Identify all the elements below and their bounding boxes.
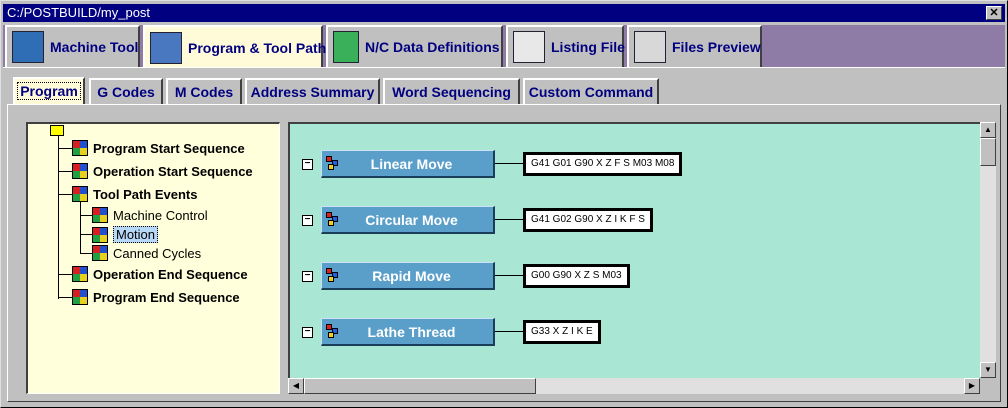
- collapse-toggle[interactable]: −: [302, 271, 313, 282]
- subtab-label: Program: [17, 82, 81, 100]
- scroll-corner: [980, 378, 996, 394]
- event-canvas: − Linear Move G41 G01 G90 X Z F S M03 M0…: [288, 122, 992, 394]
- event-label: Linear Move: [370, 155, 453, 172]
- tool-path-icon: [150, 32, 182, 64]
- event-label: Rapid Move: [372, 267, 451, 284]
- subtab-label: G Codes: [97, 84, 155, 100]
- collapse-toggle[interactable]: −: [302, 159, 313, 170]
- circular-move-button[interactable]: Circular Move: [321, 206, 495, 234]
- collapse-toggle[interactable]: −: [302, 327, 313, 338]
- close-button[interactable]: ✕: [986, 6, 1002, 20]
- window-title: C:/POSTBUILD/my_post: [7, 5, 151, 20]
- lathe-thread-button[interactable]: Lathe Thread: [321, 318, 495, 346]
- tab-listing-file[interactable]: Listing File: [506, 25, 625, 67]
- subtab-address-summary[interactable]: Address Summary: [245, 78, 380, 104]
- event-cube-icon: [72, 163, 88, 179]
- collapse-toggle[interactable]: −: [302, 215, 313, 226]
- tree-item-label: Canned Cycles: [113, 245, 202, 261]
- subtab-word-sequencing[interactable]: Word Sequencing: [383, 78, 520, 104]
- scroll-right-icon[interactable]: ▶: [964, 378, 980, 394]
- event-label: Circular Move: [365, 211, 458, 228]
- address-block[interactable]: G33 X Z I K E: [523, 320, 601, 344]
- tab-label: Listing File: [551, 39, 625, 55]
- address-block[interactable]: G00 G90 X Z S M03: [523, 264, 630, 288]
- vertical-scroll-thumb[interactable]: [980, 138, 996, 166]
- subtab-label: Word Sequencing: [392, 84, 511, 100]
- subtab-m-codes[interactable]: M Codes: [166, 78, 242, 104]
- subtab-custom-command[interactable]: Custom Command: [523, 78, 659, 104]
- machine-tool-icon: [12, 31, 44, 63]
- event-icon: [326, 155, 344, 172]
- subtab-program[interactable]: Program: [13, 77, 85, 105]
- linear-move-button[interactable]: Linear Move: [321, 150, 495, 178]
- folder-icon: [50, 125, 64, 136]
- tree-item-label: Operation Start Sequence: [93, 163, 253, 179]
- main-tab-strip: Machine Tool Program & Tool Path N/C Dat…: [3, 25, 1005, 69]
- tree-item-operation-start[interactable]: Operation Start Sequence: [72, 163, 253, 179]
- title-bar: C:/POSTBUILD/my_post ✕: [3, 4, 1005, 22]
- event-tree[interactable]: Program Start Sequence Operation Start S…: [26, 122, 280, 394]
- subtab-label: Custom Command: [528, 84, 654, 100]
- subtab-label: M Codes: [174, 84, 234, 100]
- tab-machine-tool[interactable]: Machine Tool: [5, 25, 140, 67]
- event-icon: [326, 267, 344, 284]
- scroll-up-icon[interactable]: ▲: [980, 122, 996, 138]
- tree-item-label: Motion: [113, 226, 159, 243]
- event-cube-icon: [92, 207, 108, 223]
- tree-item-label: Program Start Sequence: [93, 140, 245, 156]
- event-cube-icon: [72, 186, 88, 202]
- tree-item-machine-control[interactable]: Machine Control: [92, 207, 208, 223]
- tab-label: N/C Data Definitions: [365, 39, 500, 55]
- event-label: Lathe Thread: [367, 323, 456, 340]
- vertical-scrollbar[interactable]: ▲ ▼: [980, 122, 996, 378]
- rapid-move-button[interactable]: Rapid Move: [321, 262, 495, 290]
- event-icon: [326, 323, 344, 340]
- tree-item-motion[interactable]: Motion: [92, 226, 159, 243]
- tree-item-operation-end[interactable]: Operation End Sequence: [72, 266, 248, 282]
- event-cube-icon: [72, 289, 88, 305]
- subtab-label: Address Summary: [250, 84, 375, 100]
- event-cube-icon: [92, 226, 108, 243]
- printer-icon: [634, 31, 666, 63]
- scroll-left-icon[interactable]: ◀: [288, 378, 304, 394]
- event-cube-icon: [72, 140, 88, 156]
- tree-item-program-start[interactable]: Program Start Sequence: [72, 140, 245, 156]
- tab-label: Machine Tool: [50, 39, 139, 55]
- tab-label: Files Preview: [672, 39, 761, 55]
- tab-nc-data-definitions[interactable]: N/C Data Definitions: [326, 25, 503, 67]
- app-window: C:/POSTBUILD/my_post ✕ Machine Tool Prog…: [0, 0, 1008, 408]
- address-block[interactable]: G41 G02 G90 X Z I K F S: [523, 208, 653, 232]
- subtab-g-codes[interactable]: G Codes: [89, 78, 163, 104]
- tree-item-tool-path-events[interactable]: Tool Path Events: [72, 186, 198, 202]
- tree-item-program-end[interactable]: Program End Sequence: [72, 289, 240, 305]
- program-panel: Program Start Sequence Operation Start S…: [7, 104, 1001, 402]
- tab-label: Program & Tool Path: [188, 40, 327, 56]
- event-cube-icon: [92, 245, 108, 261]
- scroll-down-icon[interactable]: ▼: [980, 362, 996, 378]
- listing-file-icon: [513, 31, 545, 63]
- address-block[interactable]: G41 G01 G90 X Z F S M03 M08: [523, 152, 683, 176]
- horizontal-scroll-thumb[interactable]: [304, 378, 536, 394]
- nc-data-icon: [333, 31, 359, 63]
- tab-program-tool-path[interactable]: Program & Tool Path: [143, 25, 327, 69]
- tree-item-label: Program End Sequence: [93, 289, 240, 305]
- tree-item-label: Tool Path Events: [93, 186, 198, 202]
- tree-item-label: Operation End Sequence: [93, 266, 248, 282]
- tab-files-preview[interactable]: Files Preview: [627, 25, 762, 67]
- event-cube-icon: [72, 266, 88, 282]
- tree-item-label: Machine Control: [113, 207, 208, 223]
- tree-item-canned-cycles[interactable]: Canned Cycles: [92, 245, 201, 261]
- horizontal-scrollbar[interactable]: ◀ ▶: [288, 378, 980, 394]
- tab-content: Program G Codes M Codes Address Summary …: [3, 67, 1005, 405]
- event-icon: [326, 211, 344, 228]
